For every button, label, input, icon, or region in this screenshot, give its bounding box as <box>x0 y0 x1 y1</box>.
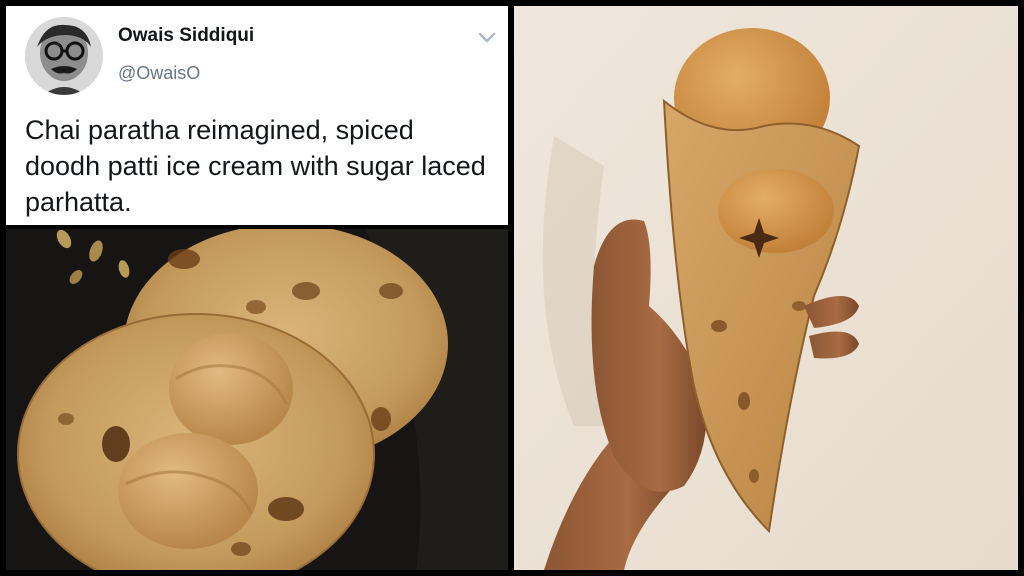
author-handle[interactable]: @OwaisO <box>118 63 200 84</box>
meme-collage: Owais Siddiqui @OwaisO Chai paratha reim… <box>0 0 1024 576</box>
avatar[interactable] <box>25 17 103 95</box>
author-name[interactable]: Owais Siddiqui <box>118 25 254 47</box>
cone-photo <box>514 6 1018 570</box>
tweet-card: Owais Siddiqui @OwaisO Chai paratha reim… <box>6 6 508 225</box>
tweet-text: Chai paratha reimagined, spiced doodh pa… <box>25 115 486 217</box>
avatar-icon <box>25 17 103 95</box>
parathas-photo <box>6 229 508 570</box>
chevron-down-icon[interactable] <box>476 26 498 48</box>
